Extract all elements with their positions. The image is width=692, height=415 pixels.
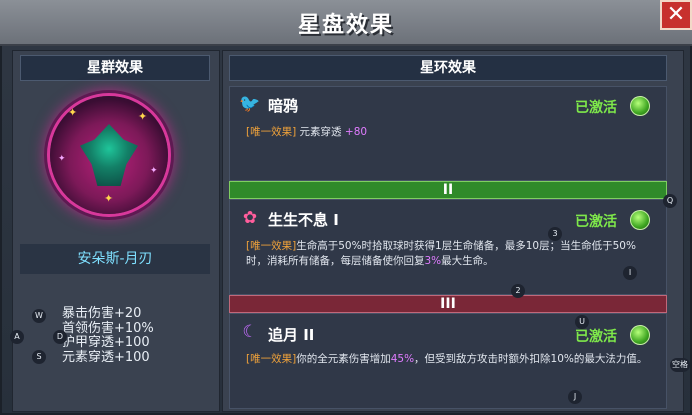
activated-indicator-icon [630, 210, 650, 230]
slot-name: 追月 II [268, 326, 315, 344]
activated-label: 已激活 [575, 329, 617, 345]
slot-name: 生生不息 I [268, 211, 339, 229]
crescent-moon-icon: ☾ [242, 322, 258, 342]
activated-indicator-icon [630, 96, 650, 116]
star-spark-icon: ✦ [68, 106, 78, 119]
key-hint-d: D [53, 330, 67, 344]
stat-crit-damage: 暴击伤害+20 [62, 306, 142, 321]
star-spark-icon: ✦ [58, 154, 66, 164]
stat-element-penetration: 元素穿透+100 [62, 349, 150, 365]
constellation-header: 星群效果 [20, 55, 210, 81]
andras-crest-icon [80, 124, 138, 186]
close-button[interactable]: ✕ [660, 0, 692, 30]
activated-indicator-icon [630, 325, 650, 345]
key-hint-q: Q [663, 194, 677, 208]
constellation-emblem-icon: ✦ ✦ ✦ ✦ ✦ [50, 96, 168, 214]
key-hint-2: 2 [511, 284, 525, 298]
tier-divider-2: II [229, 181, 667, 199]
constellation-stats: 暴击伤害+20 首领伤害+10% 护甲穿透+100 元素穿透+100 [62, 306, 202, 365]
key-hint-a: A [10, 330, 24, 344]
slot-description: [唯一效果] 元素穿透 +80 [246, 126, 368, 138]
key-hint-w: W [32, 309, 46, 323]
key-hint-i: I [623, 266, 637, 280]
ring-slot-1[interactable]: 🐦 暗鸦 已激活 [唯一效果] 元素穿透 +80 [229, 86, 667, 181]
constellation-name: 安朵斯-月刃 [20, 244, 210, 274]
star-ring-header: 星环效果 [229, 55, 667, 81]
star-spark-icon: ✦ [104, 192, 114, 205]
window-title: 星盘效果 [297, 13, 394, 38]
flower-icon: ✿ [242, 208, 258, 228]
slot-description: [唯一效果]生命高于50%时拾取球时获得1层生命储备，最多10层；当生命低于50… [246, 240, 636, 267]
key-hint-3: 3 [548, 227, 562, 241]
ring-slot-2[interactable]: ✿ 生生不息 I 已激活 [唯一效果]生命高于50%时拾取球时获得1层生命储备，… [229, 199, 667, 295]
title-bar: 星盘效果 [0, 0, 692, 46]
slot-description: [唯一效果]你的全元素伤害增加45%，但受到敌方攻击时额外扣除10%的最大法力值… [246, 353, 648, 365]
tier-divider-3: III [229, 295, 667, 313]
star-spark-icon: ✦ [138, 110, 148, 123]
key-hint-s: S [32, 350, 46, 364]
activated-label: 已激活 [575, 100, 617, 116]
key-hint-u: U [575, 315, 589, 329]
star-spark-icon: ✦ [150, 166, 158, 176]
stat-boss-damage: 首领伤害+10% [62, 320, 154, 336]
ring-slot-3[interactable]: ☾ 追月 II 已激活 [唯一效果]你的全元素伤害增加45%，但受到敌方攻击时额… [229, 313, 667, 409]
crow-icon: 🐦 [239, 94, 261, 114]
key-hint-j: J [568, 390, 582, 404]
slot-name: 暗鸦 [268, 97, 299, 115]
key-hint-space: 空格 [670, 358, 690, 372]
activated-label: 已激活 [575, 214, 617, 230]
stat-armor-penetration: 护甲穿透+100 [62, 335, 150, 350]
